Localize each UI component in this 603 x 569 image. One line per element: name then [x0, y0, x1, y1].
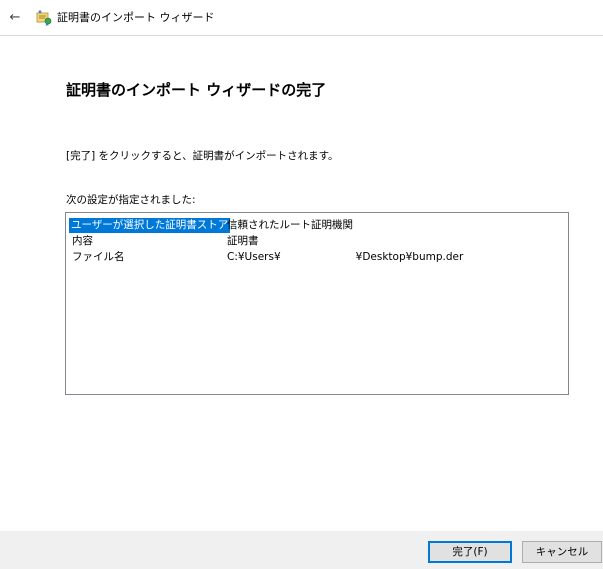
- finish-instruction-text: [完了] をクリックすると、証明書がインポートされます。: [66, 150, 339, 162]
- button-bar: 完了(F) キャンセル: [0, 531, 603, 569]
- settings-value-content: 証明書: [227, 235, 259, 247]
- filename-prefix: C:¥Users¥: [227, 251, 281, 263]
- back-arrow-icon[interactable]: ←: [6, 9, 24, 27]
- page-heading: 証明書のインポート ウィザードの完了: [66, 81, 327, 99]
- settings-key-filename: ファイル名: [72, 251, 125, 263]
- settings-value-store: 信頼されたルート証明機関: [227, 219, 353, 231]
- settings-row-content[interactable]: 内容 証明書: [66, 234, 568, 249]
- settings-list-label: 次の設定が指定されました:: [66, 194, 196, 206]
- settings-key-store: ユーザーが選択した証明書ストア: [69, 218, 231, 233]
- certificate-import-wizard-window: ← 証明書のインポート ウィザード 証明書のインポート ウィザードの完了 [完了…: [0, 0, 603, 569]
- settings-key-content: 内容: [72, 235, 93, 247]
- finish-button[interactable]: 完了(F): [428, 541, 512, 563]
- settings-row-filename[interactable]: ファイル名 C:¥Users¥ ¥Desktop¥bump.der: [66, 250, 568, 265]
- filename-suffix: ¥Desktop¥bump.der: [355, 251, 464, 263]
- settings-list[interactable]: ユーザーが選択した証明書ストア 信頼されたルート証明機関 内容 証明書 ファイル…: [65, 212, 569, 395]
- redacted-username: [280, 250, 356, 261]
- settings-value-filename: C:¥Users¥ ¥Desktop¥bump.der: [227, 250, 463, 265]
- cancel-button[interactable]: キャンセル: [522, 541, 602, 563]
- certificate-wizard-icon: [36, 10, 52, 26]
- settings-row-store[interactable]: ユーザーが選択した証明書ストア 信頼されたルート証明機関: [66, 218, 568, 233]
- title-bar: ← 証明書のインポート ウィザード: [0, 0, 603, 36]
- window-title: 証明書のインポート ウィザード: [57, 11, 215, 24]
